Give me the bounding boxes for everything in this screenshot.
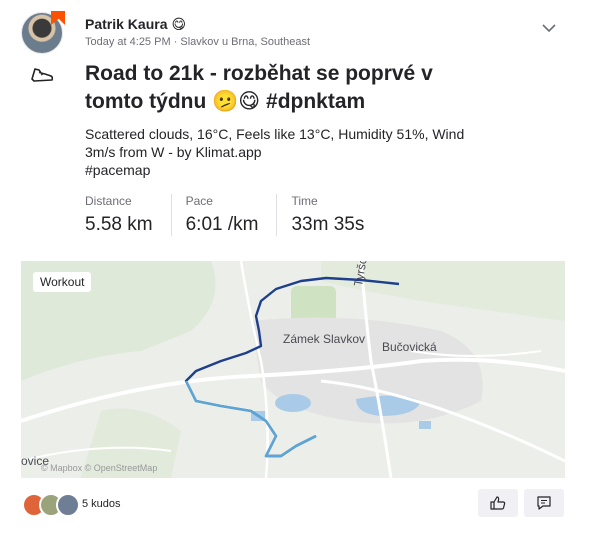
stat-distance: Distance 5.58 km <box>85 194 172 236</box>
kudos-avatars[interactable] <box>22 493 80 517</box>
map-graphic <box>21 261 565 478</box>
description-line-2: #pacemap <box>85 162 151 178</box>
map-label-street: Bučovická <box>382 340 437 354</box>
stat-label: Pace <box>185 194 213 208</box>
comment-button[interactable] <box>524 489 564 517</box>
kudos-count[interactable]: 5 kudos <box>82 498 121 510</box>
activity-location: Slavkov u Brna, Southeast <box>180 36 311 48</box>
activity-stats: Distance 5.58 km Pace 6:01 /km Time 33m … <box>85 194 396 236</box>
kudos-avatar <box>56 493 80 517</box>
description-line-1: Scattered clouds, 16°C, Feels like 13°C,… <box>85 126 465 160</box>
workout-chip: Workout <box>33 272 92 292</box>
athlete-name-text[interactable]: Patrik Kaura <box>85 16 167 32</box>
activity-meta: Today at 4:25 PM · Slavkov u Brna, South… <box>85 36 311 48</box>
athlete-avatar[interactable] <box>21 11 65 54</box>
stat-time: Time 33m 35s <box>291 194 382 236</box>
activity-title[interactable]: Road to 21k - rozběhat se poprvé v tomto… <box>85 60 485 116</box>
map-label-castle: Zámek Slavkov <box>283 332 366 346</box>
stat-value: 6:01 /km <box>185 214 259 235</box>
stat-value: 5.58 km <box>85 214 153 235</box>
athlete-name[interactable]: Patrik Kaura 😋 <box>85 16 186 33</box>
chevron-down-icon[interactable] <box>541 20 557 36</box>
give-kudos-button[interactable] <box>478 489 518 517</box>
stat-value: 33m 35s <box>291 214 365 235</box>
stat-pace: Pace 6:01 /km <box>186 194 278 236</box>
activity-date: Today at 4:25 PM <box>85 36 171 48</box>
comment-icon <box>537 496 551 510</box>
stat-label: Distance <box>85 194 132 208</box>
shoe-icon <box>31 68 54 82</box>
thumbs-up-icon <box>490 496 506 510</box>
athlete-emoji: 😋 <box>171 16 187 32</box>
map-attribution: © Mapbox © OpenStreetMap <box>41 463 158 473</box>
activity-map[interactable]: Workout Zámek Slavkov Bučovická Tyršova … <box>21 261 565 478</box>
stat-label: Time <box>291 194 318 208</box>
activity-description: Scattered clouds, 16°C, Feels like 13°C,… <box>85 125 485 179</box>
